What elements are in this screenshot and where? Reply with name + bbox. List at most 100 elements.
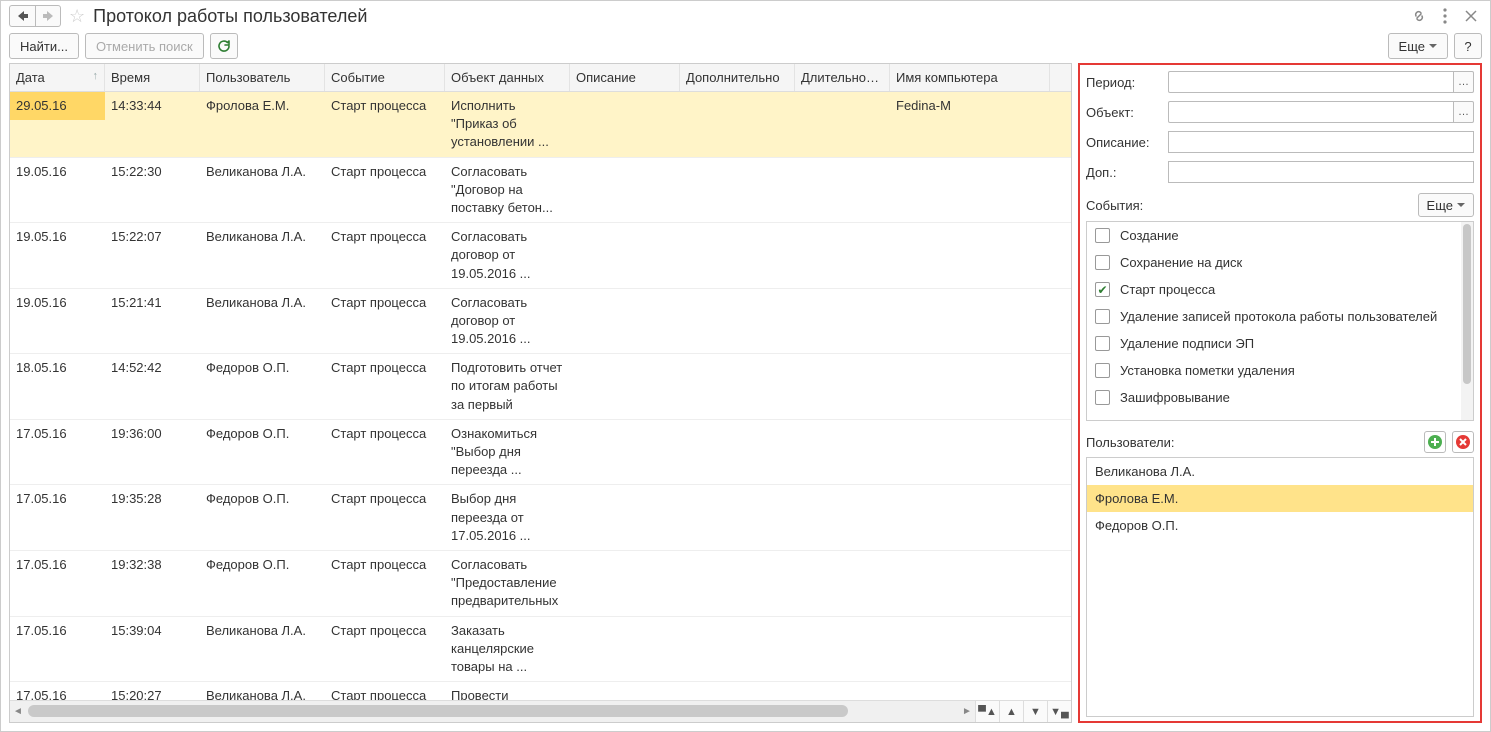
event-checkbox-row[interactable]: Удаление записей протокола работы пользо…	[1087, 303, 1473, 330]
period-label: Период:	[1086, 75, 1162, 90]
horizontal-scrollbar[interactable]: ◄ ►	[10, 701, 975, 722]
refresh-button[interactable]	[210, 33, 238, 59]
nav-back-button[interactable]	[9, 5, 35, 27]
col-duration[interactable]: Длительность	[795, 64, 890, 91]
table-row[interactable]: 19.05.1615:22:07Великанова Л.А.Старт про…	[10, 223, 1071, 289]
object-input[interactable]	[1168, 101, 1454, 123]
scroll-left-icon[interactable]: ◄	[10, 701, 26, 722]
kebab-menu-icon[interactable]	[1434, 5, 1456, 27]
cell	[795, 551, 890, 561]
arrow-left-icon	[17, 11, 29, 21]
cell	[795, 420, 890, 430]
add-user-button[interactable]	[1424, 431, 1446, 453]
table-row[interactable]: 17.05.1615:20:27Великанова Л.А.Старт про…	[10, 682, 1071, 700]
grid-up-button[interactable]: ▲	[999, 701, 1023, 722]
page-title: Протокол работы пользователей	[93, 6, 1404, 27]
event-checkbox-row[interactable]: Сохранение на диск	[1087, 249, 1473, 276]
table-row[interactable]: 19.05.1615:22:30Великанова Л.А.Старт про…	[10, 158, 1071, 224]
col-host[interactable]: Имя компьютера	[890, 64, 1050, 91]
table-row[interactable]: 17.05.1615:39:04Великанова Л.А.Старт про…	[10, 617, 1071, 683]
table-row[interactable]: 17.05.1619:32:38Федоров О.П.Старт процес…	[10, 551, 1071, 617]
checkbox-icon[interactable]	[1095, 390, 1110, 405]
cell: Великанова Л.А.	[200, 223, 325, 251]
object-picker-button[interactable]: …	[1454, 101, 1474, 123]
cell	[570, 420, 680, 430]
more-button[interactable]: Еще	[1388, 33, 1448, 59]
user-list-item[interactable]: Великанова Л.А.	[1087, 458, 1473, 485]
cell: Провести коррупционный контроль	[445, 682, 570, 700]
event-label: Удаление подписи ЭП	[1120, 336, 1254, 351]
close-icon[interactable]	[1460, 5, 1482, 27]
user-list-item[interactable]: Фролова Е.М.	[1087, 485, 1473, 512]
event-checkbox-row[interactable]: Создание	[1087, 222, 1473, 249]
cell: Старт процесса	[325, 354, 445, 382]
cell	[795, 158, 890, 168]
favorite-star-icon[interactable]: ☆	[65, 6, 89, 27]
extra-input[interactable]	[1168, 161, 1474, 183]
cell: 15:20:27	[105, 682, 200, 700]
col-extra[interactable]: Дополнительно	[680, 64, 795, 91]
cell: Старт процесса	[325, 158, 445, 186]
cell	[890, 551, 1050, 561]
cell	[795, 485, 890, 495]
event-label: Зашифровывание	[1120, 390, 1230, 405]
cell: 17.05.16	[10, 420, 105, 448]
grid-body[interactable]: 29.05.1614:33:44Фролова Е.М.Старт процес…	[10, 92, 1071, 700]
grid-down-button[interactable]: ▼	[1023, 701, 1047, 722]
checkbox-icon[interactable]	[1095, 336, 1110, 351]
desc-input[interactable]	[1168, 131, 1474, 153]
cancel-search-button[interactable]: Отменить поиск	[85, 33, 204, 59]
event-checkbox-row[interactable]: Зашифровывание	[1087, 384, 1473, 411]
period-input[interactable]	[1168, 71, 1454, 93]
cell: Выбор дня переезда от 17.05.2016 ...	[445, 485, 570, 550]
cell	[570, 289, 680, 299]
cell: Fedina-M	[890, 92, 1050, 120]
find-button[interactable]: Найти...	[9, 33, 79, 59]
checkbox-icon[interactable]: ✔	[1095, 282, 1110, 297]
col-object[interactable]: Объект данных	[445, 64, 570, 91]
events-list[interactable]: Создание Сохранение на диск ✔ Старт процесс…	[1086, 221, 1474, 421]
link-icon[interactable]	[1408, 5, 1430, 27]
table-row[interactable]: 29.05.1614:33:44Фролова Е.М.Старт процес…	[10, 92, 1071, 158]
help-button[interactable]: ?	[1454, 33, 1482, 59]
col-date[interactable]: Дата↑	[10, 64, 105, 91]
event-checkbox-row[interactable]: Удаление подписи ЭП	[1087, 330, 1473, 357]
cell	[570, 223, 680, 233]
table-row[interactable]: 19.05.1615:21:41Великанова Л.А.Старт про…	[10, 289, 1071, 355]
col-user[interactable]: Пользователь	[200, 64, 325, 91]
scroll-right-icon[interactable]: ►	[959, 701, 975, 722]
events-scrollbar[interactable]	[1461, 222, 1473, 420]
cell	[795, 223, 890, 233]
checkbox-icon[interactable]	[1095, 255, 1110, 270]
event-checkbox-row[interactable]: Установка пометки удаления	[1087, 357, 1473, 384]
cell: 17.05.16	[10, 682, 105, 700]
checkbox-icon[interactable]	[1095, 309, 1110, 324]
cell: 18.05.16	[10, 354, 105, 382]
cell: Подготовить отчет по итогам работы за пе…	[445, 354, 570, 419]
grid-last-button[interactable]: ▼▄	[1047, 701, 1071, 722]
grid-first-button[interactable]: ▀▲	[975, 701, 999, 722]
cell: Согласовать "Предоставление предваритель…	[445, 551, 570, 616]
period-picker-button[interactable]: …	[1454, 71, 1474, 93]
table-row[interactable]: 17.05.1619:35:28Федоров О.П.Старт процес…	[10, 485, 1071, 551]
event-checkbox-row[interactable]: ✔ Старт процесса	[1087, 276, 1473, 303]
user-list-item[interactable]: Федоров О.П.	[1087, 512, 1473, 539]
checkbox-icon[interactable]	[1095, 363, 1110, 378]
users-list[interactable]: Великанова Л.А.Фролова Е.М.Федоров О.П.	[1086, 457, 1474, 717]
cell: Старт процесса	[325, 551, 445, 579]
cell: Великанова Л.А.	[200, 158, 325, 186]
event-label: Сохранение на диск	[1120, 255, 1242, 270]
table-row[interactable]: 17.05.1619:36:00Федоров О.П.Старт процес…	[10, 420, 1071, 486]
remove-user-button[interactable]	[1452, 431, 1474, 453]
event-label: Старт процесса	[1120, 282, 1215, 297]
cell: Старт процесса	[325, 223, 445, 251]
checkbox-icon[interactable]	[1095, 228, 1110, 243]
col-time[interactable]: Время	[105, 64, 200, 91]
nav-forward-button[interactable]	[35, 5, 61, 27]
cell	[570, 158, 680, 168]
col-desc[interactable]: Описание	[570, 64, 680, 91]
cell: Великанова Л.А.	[200, 289, 325, 317]
events-more-button[interactable]: Еще	[1418, 193, 1474, 217]
col-event[interactable]: Событие	[325, 64, 445, 91]
table-row[interactable]: 18.05.1614:52:42Федоров О.П.Старт процес…	[10, 354, 1071, 420]
